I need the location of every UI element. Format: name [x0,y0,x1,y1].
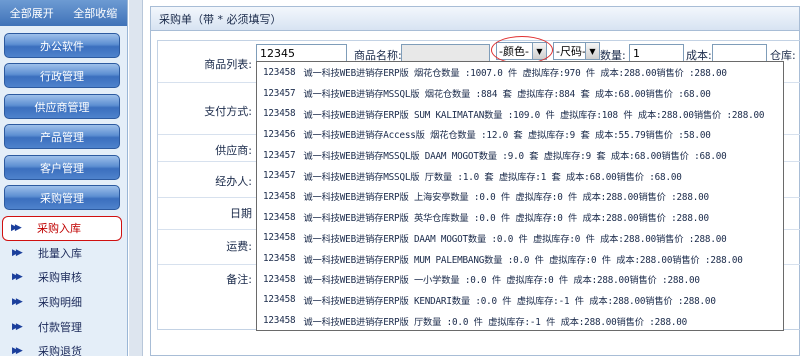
product-search-input[interactable]: 12345 [256,44,347,62]
product-code: 123458 [263,211,296,223]
product-code: 123458 [263,190,296,202]
collapse-all-link[interactable]: 全部收缩 [73,5,117,21]
chevron-down-icon: ▼ [585,43,599,59]
sidebar-item-purchase-detail[interactable]: ▶▶ 采购明细 [0,290,127,315]
sidebar-item-payment-management[interactable]: ▶▶ 付款管理 [0,314,127,339]
product-code: 123457 [263,170,296,182]
double-arrow-icon: ▶▶ [12,321,23,332]
sidebar-item-purchase-inbound[interactable]: ▶▶ 采购入库 [2,216,122,241]
product-description: 诚一科技WEB进销存ERP版 SUM KALIMATAN数量 :109.0 件 … [303,109,765,121]
handler-label: 经办人: [215,175,252,188]
product-description: 诚一科技WEB进销存MSSQL版 DAAM MOGOT数量 :9.0 套 虚拟库… [303,151,727,163]
double-arrow-icon: ▶▶ [11,223,22,234]
product-description: 诚一科技WEB进销存ERP版 KENDARI数量 :0.0 件 虚拟库存:-1 … [303,295,716,307]
autocomplete-item[interactable]: 123458 诚一科技WEB进销存ERP版 烟花仓数量 :1007.0 件 虚拟库… [257,62,783,83]
sidebar-item-batch-inbound[interactable]: ▶▶ 批量入库 [0,241,127,266]
product-description: 诚一科技WEB进销存ERP版 一小学数量 :0.0 件 虚拟库存:0 件 成本:… [303,275,700,287]
menu-group-office[interactable]: 办公软件 [4,33,120,58]
expand-all-link[interactable]: 全部展开 [10,5,54,21]
product-description: 诚一科技WEB进销存ERP版 英华仓库数量 :0.0 件 虚拟库存:0 件 成本… [303,213,709,225]
autocomplete-item[interactable]: 123457 诚一科技WEB进销存MSSQL版 烟花仓数量 :884 套 虚拟库存… [257,83,783,104]
autocomplete-item[interactable]: 123458 诚一科技WEB进销存ERP版 一小学数量 :0.0 件 虚拟库存:0… [257,269,783,290]
double-arrow-icon: ▶▶ [12,247,23,258]
autocomplete-item[interactable]: 123458 诚一科技WEB进销存ERP版 KENDARI数量 :0.0 件 虚拟… [257,290,783,311]
product-description: 诚一科技WEB进销存ERP版 DAAM MOGOT数量 :0.0 件 虚拟库存:… [303,233,727,245]
product-code: 123458 [263,273,296,285]
autocomplete-item[interactable]: 123456 诚一科技WEB进销存Access版 烟花仓数量 :12.0 套 虚拟… [257,124,783,145]
menu-group-customer[interactable]: 客户管理 [4,155,120,180]
product-description: 诚一科技WEB进销存MSSQL版 烟花仓数量 :884 套 虚拟库存:884 套… [303,89,711,101]
autocomplete-item[interactable]: 123458 诚一科技WEB进销存ERP版 厅数量 :0.0 件 虚拟库存:-1 … [257,310,783,330]
product-code: 123457 [263,149,296,161]
double-arrow-icon: ▶▶ [12,346,23,356]
product-code: 123458 [263,108,296,120]
autocomplete-item[interactable]: 123458 诚一科技WEB进销存ERP版 SUM KALIMATAN数量 :10… [257,103,783,124]
chevron-down-icon: ▼ [532,43,546,59]
double-arrow-icon: ▶▶ [12,272,23,283]
double-arrow-icon: ▶▶ [12,297,23,308]
menu-group-purchase[interactable]: 采购管理 [4,185,120,210]
freight-label: 运费: [226,240,252,253]
menu-group-admin[interactable]: 行政管理 [4,63,120,88]
product-name-field[interactable] [401,44,490,62]
product-autocomplete-list: 123458 诚一科技WEB进销存ERP版 烟花仓数量 :1007.0 件 虚拟库… [256,61,784,331]
sidebar-item-purchase-review[interactable]: ▶▶ 采购审核 [0,265,127,290]
product-description: 诚一科技WEB进销存MSSQL版 厅数量 :1.0 套 虚拟库存:1 套 成本:… [303,171,682,183]
sidebar-toolbar: 全部展开 全部收缩 [0,0,127,26]
product-code: 123456 [263,128,296,140]
autocomplete-item[interactable]: 123458 诚一科技WEB进销存ERP版 英华仓库数量 :0.0 件 虚拟库存:… [257,207,783,228]
payment-label: 支付方式: [204,105,252,118]
product-code: 123457 [263,87,296,99]
product-description: 诚一科技WEB进销存Access版 烟花仓数量 :12.0 套 虚拟库存:9 套… [303,130,711,142]
product-code: 123458 [263,315,296,327]
size-select[interactable]: -尺码- ▼ [553,42,600,60]
remark-label: 备注: [226,273,252,286]
date-label: 日期 [230,207,252,220]
autocomplete-item[interactable]: 123457 诚一科技WEB进销存MSSQL版 厅数量 :1.0 套 虚拟库存:1… [257,165,783,186]
menu-group-product[interactable]: 产品管理 [4,124,120,149]
product-description: 诚一科技WEB进销存ERP版 上海安亭数量 :0.0 件 虚拟库存:0 件 成本… [303,192,709,204]
cost-input[interactable] [712,44,767,62]
product-description: 诚一科技WEB进销存ERP版 MUM PALEMBANG数量 :0.0 件 虚拟… [303,254,743,266]
panel-title: 采购单（带 * 必须填写） [151,7,799,31]
product-code: 123458 [263,232,296,244]
sidebar-item-purchase-return[interactable]: ▶▶ 采购退货 [0,339,127,356]
supplier-label: 供应商: [215,144,252,157]
product-code: 123458 [263,253,296,265]
autocomplete-item[interactable]: 123458 诚一科技WEB进销存ERP版 上海安亭数量 :0.0 件 虚拟库存:… [257,186,783,207]
product-description: 诚一科技WEB进销存ERP版 烟花仓数量 :1007.0 件 虚拟库存:970 … [303,68,727,80]
frame-splitter[interactable] [129,0,143,356]
autocomplete-item[interactable]: 123457 诚一科技WEB进销存MSSQL版 DAAM MOGOT数量 :9.0… [257,145,783,166]
product-list-label: 商品列表: [204,58,252,71]
product-description: 诚一科技WEB进销存ERP版 厅数量 :0.0 件 虚拟库存:-1 件 成本:2… [303,316,688,328]
autocomplete-item[interactable]: 123458 诚一科技WEB进销存ERP版 DAAM MOGOT数量 :0.0 件… [257,228,783,249]
color-select[interactable]: -颜色- ▼ [496,42,547,60]
purchase-submenu: ▶▶ 采购入库 ▶▶ 批量入库 ▶▶ 采购审核 ▶▶ 采购明细 ▶▶ 付款管理 … [0,216,127,356]
product-code: 123458 [263,294,296,306]
product-code: 123458 [263,66,296,78]
menu-group-supplier[interactable]: 供应商管理 [4,94,120,119]
quantity-input[interactable]: 1 [629,44,684,62]
autocomplete-item[interactable]: 123458 诚一科技WEB进销存ERP版 MUM PALEMBANG数量 :0.… [257,248,783,269]
sidebar: 全部展开 全部收缩 办公软件 行政管理 供应商管理 产品管理 客户管理 采购管理… [0,0,128,356]
